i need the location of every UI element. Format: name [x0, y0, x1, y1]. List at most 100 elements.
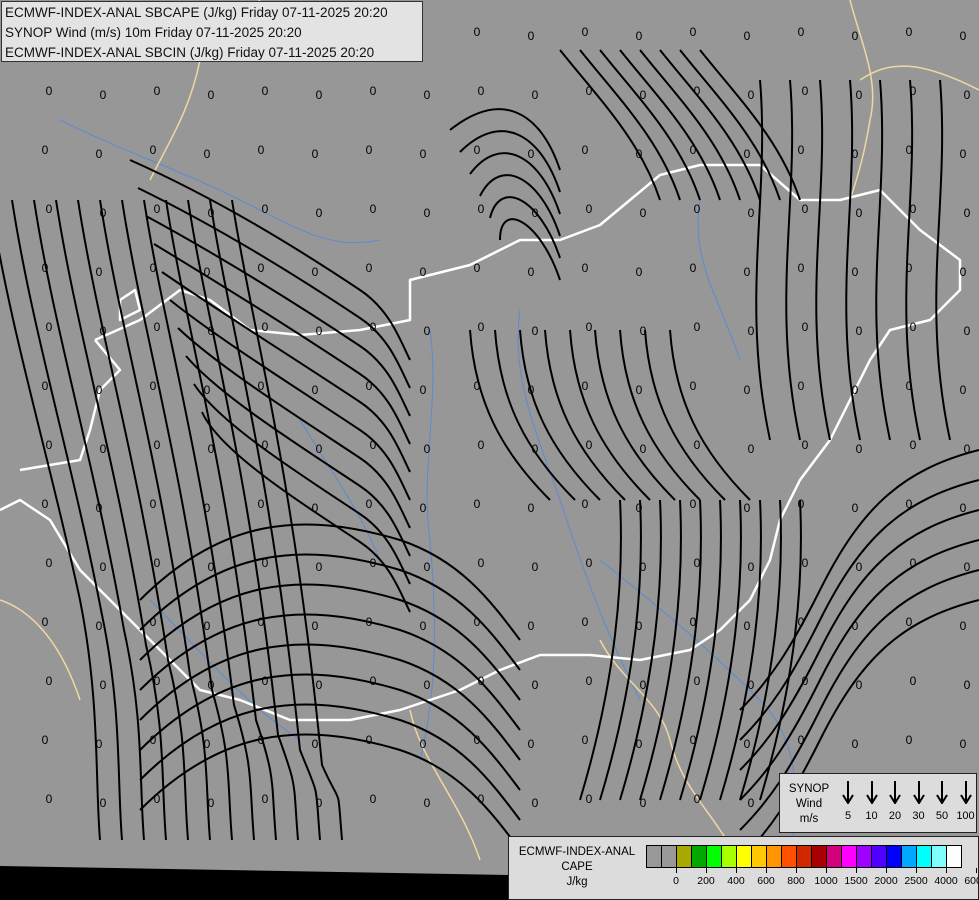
station-value: 0	[208, 442, 215, 456]
station-value: 0	[100, 88, 107, 102]
cape-color-swatch	[767, 846, 782, 867]
station-value: 0	[640, 88, 647, 102]
cape-tick	[826, 868, 827, 873]
station-value: 0	[744, 737, 751, 751]
cape-tick-label: 1000	[814, 875, 838, 887]
country-border	[409, 709, 481, 861]
station-value: 0	[694, 320, 701, 334]
title-cin: ECMWF-INDEX-ANAL SBCIN (J/kg) Friday 07-…	[5, 45, 375, 60]
streamline	[739, 539, 979, 801]
station-value: 0	[424, 678, 431, 692]
wind-arrow-down-icon	[912, 781, 925, 804]
station-value: 0	[366, 379, 373, 393]
streamline	[137, 187, 411, 389]
station-value: 0	[100, 442, 107, 456]
cape-tick-label: 2000	[874, 875, 898, 887]
station-value: 0	[150, 497, 157, 511]
station-value: 0	[478, 792, 485, 806]
station-value: 0	[258, 261, 265, 275]
station-value: 0	[316, 442, 323, 456]
station-value: 0	[528, 737, 535, 751]
wind-legend-arrow: 30	[907, 780, 931, 822]
streamline	[639, 49, 741, 201]
weather-map: 0 0 0 0 0 0 0 0 0 0 0 0 0 0 0 0 0 0 0 0 0 0 0 0 0 0 0 0 0 0 0 0 0 0 0 0 0 0 0 0…	[0, 0, 979, 900]
streamline	[755, 79, 771, 441]
wind-legend-line: Wind	[795, 798, 823, 810]
station-value: 0	[586, 792, 593, 806]
station-value: 0	[960, 501, 967, 515]
streamline	[579, 49, 681, 201]
station-value: 0	[744, 619, 751, 633]
station-value: 0	[204, 265, 211, 279]
station-value: 0	[910, 674, 917, 688]
station-value: 0	[262, 84, 269, 98]
station-value: 0	[910, 556, 917, 570]
map-title-box: ECMWF-INDEX-ANAL SBCAPE (J/kg) Friday 07…	[1, 1, 423, 62]
station-value: 0	[424, 206, 431, 220]
cape-legend-line: J/kg	[566, 876, 588, 888]
cape-tick-label: 600	[757, 875, 775, 887]
station-value: 0	[154, 320, 161, 334]
wind-legend-arrow: 20	[883, 780, 907, 822]
station-value: 0	[748, 206, 755, 220]
station-value: 0	[312, 147, 319, 161]
station-value: 0	[258, 379, 265, 393]
streamline	[875, 79, 891, 441]
cape-tick-label: 200	[697, 875, 715, 887]
station-value: 0	[748, 560, 755, 574]
station-value: 0	[960, 29, 967, 43]
streamline	[479, 174, 561, 237]
station-value: 0	[964, 88, 971, 102]
station-value: 0	[852, 29, 859, 43]
cape-tick-label: 0	[673, 875, 679, 887]
wind-legend-arrow: 5	[836, 780, 860, 822]
cape-tick	[856, 868, 857, 873]
cape-tick-label: 6000	[964, 875, 979, 887]
station-value: 0	[208, 560, 215, 574]
station-value: 0	[906, 143, 913, 157]
station-value: 0	[474, 497, 481, 511]
station-value: 0	[96, 383, 103, 397]
station-value: 0	[906, 615, 913, 629]
cape-tick	[766, 868, 767, 873]
cape-tick	[706, 868, 707, 873]
station-value: 0	[366, 143, 373, 157]
title-cape: ECMWF-INDEX-ANAL SBCAPE (J/kg) Friday 07…	[5, 5, 388, 20]
streamline	[599, 49, 701, 201]
station-value: 0	[316, 88, 323, 102]
station-value: 0	[154, 202, 161, 216]
cape-color-swatch	[902, 846, 917, 867]
station-value: 0	[100, 678, 107, 692]
station-value: 0	[744, 29, 751, 43]
station-value: 0	[100, 324, 107, 338]
station-value: 0	[258, 615, 265, 629]
station-value: 0	[100, 206, 107, 220]
cape-tick	[946, 868, 947, 873]
station-value: 0	[748, 678, 755, 692]
station-value: 0	[42, 143, 49, 157]
station-value: 0	[964, 560, 971, 574]
cape-color-swatch	[887, 846, 902, 867]
station-value: 0	[582, 497, 589, 511]
station-value: 0	[312, 619, 319, 633]
streamline	[594, 329, 676, 501]
station-value: 0	[586, 202, 593, 216]
station-value: 0	[636, 265, 643, 279]
wind-arrow-down-icon	[865, 781, 878, 804]
station-value: 0	[636, 501, 643, 515]
station-value: 0	[852, 383, 859, 397]
cape-color-swatch	[692, 846, 707, 867]
station-value: 0	[370, 556, 377, 570]
cape-color-swatch	[722, 846, 737, 867]
station-value: 0	[424, 442, 431, 456]
station-value: 0	[748, 88, 755, 102]
station-value: 0	[960, 383, 967, 397]
station-value: 0	[582, 143, 589, 157]
station-value: 0	[154, 556, 161, 570]
station-value: 0	[204, 147, 211, 161]
cape-color-swatch	[782, 846, 797, 867]
cape-color-swatch	[752, 846, 767, 867]
station-value: 0	[852, 619, 859, 633]
station-value: 0	[906, 379, 913, 393]
streamline	[699, 49, 801, 201]
